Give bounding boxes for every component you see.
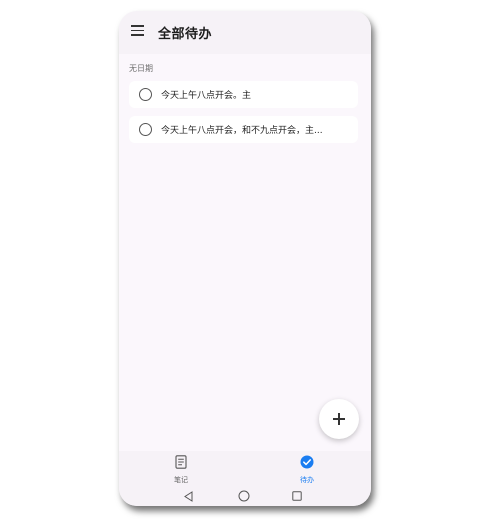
nav-label: 笔记 bbox=[174, 476, 188, 484]
app-bar: 全部待办 bbox=[119, 11, 371, 54]
back-icon[interactable] bbox=[183, 491, 194, 502]
bottom-nav: 笔记 待办 bbox=[119, 451, 371, 487]
hamburger-menu-icon[interactable] bbox=[131, 25, 144, 36]
system-nav-bar bbox=[119, 487, 371, 506]
todo-text: 今天上午八点开会，和不九点开会，主... bbox=[161, 126, 323, 136]
todo-checkbox[interactable] bbox=[139, 123, 152, 136]
section-label: 无日期 bbox=[129, 64, 153, 73]
nav-item-notes[interactable]: 笔记 bbox=[161, 454, 201, 485]
todo-checkbox[interactable] bbox=[139, 88, 152, 101]
nav-label: 待办 bbox=[300, 476, 314, 484]
add-todo-button[interactable] bbox=[319, 399, 359, 439]
nav-item-todos[interactable]: 待办 bbox=[287, 454, 327, 485]
note-icon bbox=[175, 455, 187, 469]
page-title: 全部待办 bbox=[158, 27, 213, 42]
phone-screen: 全部待办 无日期 今天上午八点开会。主 今天上午八点开会，和不九点开会，主...… bbox=[119, 11, 371, 506]
todo-text: 今天上午八点开会。主 bbox=[161, 91, 252, 101]
check-circle-icon bbox=[300, 455, 314, 469]
home-icon[interactable] bbox=[238, 490, 250, 502]
todo-item[interactable]: 今天上午八点开会。主 bbox=[129, 81, 358, 108]
todo-item[interactable]: 今天上午八点开会，和不九点开会，主... bbox=[129, 116, 358, 143]
recents-icon[interactable] bbox=[292, 491, 302, 501]
